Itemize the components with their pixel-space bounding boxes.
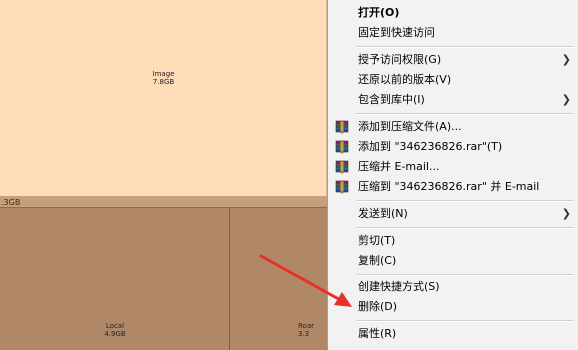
winrar-icon	[335, 160, 349, 174]
menu-item-create-shortcut-label: 创建快捷方式(S)	[358, 280, 440, 293]
menu-item-grant-access-label: 授予访问权限(G)	[358, 53, 442, 66]
menu-item-delete-label: 删除(D)	[358, 300, 398, 313]
treemap-label-local: Local 4.9GB	[0, 322, 230, 338]
treemap-size-local: 4.9GB	[104, 330, 126, 338]
menu-item-restore-versions-label: 还原以前的版本(V)	[358, 73, 452, 86]
context-menu: 打开(O) 固定到快速访问 授予访问权限(G) ❯ 还原以前的版本(V) 包含到…	[327, 0, 578, 350]
treemap-strip-size: .3GB	[1, 198, 21, 207]
treemap-strip[interactable]: .3GB	[0, 197, 327, 208]
menu-item-pin-quick-access[interactable]: 固定到快速访问	[328, 23, 578, 43]
treemap-name-roaming: Roar	[298, 322, 314, 330]
menu-item-cut-label: 剪切(T)	[358, 234, 396, 247]
menu-item-send-to-label: 发送到(N)	[358, 207, 408, 220]
menu-item-pin-quick-access-label: 固定到快速访问	[358, 26, 435, 39]
menu-item-compress-email-label: 压缩并 E-mail...	[358, 160, 440, 173]
treemap-size-image: 7.8GB	[152, 78, 175, 86]
menu-item-cut[interactable]: 剪切(T)	[328, 231, 578, 251]
menu-item-copy[interactable]: 复制(C)	[328, 251, 578, 271]
winrar-icon	[335, 140, 349, 154]
menu-item-compress-email[interactable]: 压缩并 E-mail...	[328, 157, 578, 177]
menu-separator	[356, 200, 574, 202]
chevron-right-icon: ❯	[561, 53, 571, 66]
menu-item-delete[interactable]: 删除(D)	[328, 297, 578, 317]
menu-separator	[356, 46, 574, 48]
treemap-block-local[interactable]: Local 4.9GB	[0, 208, 230, 350]
menu-item-add-archive-label: 添加到压缩文件(A)...	[358, 120, 462, 133]
treemap-label-image: Image 7.8GB	[0, 70, 327, 86]
treemap-size-roaming: 3.3	[298, 330, 310, 338]
menu-item-add-archive[interactable]: 添加到压缩文件(A)...	[328, 117, 578, 137]
menu-separator	[356, 274, 574, 276]
menu-item-properties[interactable]: 属性(R)	[328, 324, 578, 344]
chevron-right-icon: ❯	[561, 93, 571, 106]
desktop-stage: Image 7.8GB .3GB Local 4.9GB Roar 3.3 打开…	[0, 0, 578, 350]
menu-item-restore-versions[interactable]: 还原以前的版本(V)	[328, 70, 578, 90]
menu-separator	[356, 227, 574, 229]
menu-item-create-shortcut[interactable]: 创建快捷方式(S)	[328, 277, 578, 297]
menu-item-send-to[interactable]: 发送到(N) ❯	[328, 204, 578, 224]
menu-item-add-to-rar[interactable]: 添加到 "346236826.rar"(T)	[328, 137, 578, 157]
menu-separator	[356, 320, 574, 322]
winrar-icon	[335, 120, 349, 134]
menu-separator	[356, 113, 574, 115]
menu-item-grant-access[interactable]: 授予访问权限(G) ❯	[328, 50, 578, 70]
menu-item-compress-rar-email-label: 压缩到 "346236826.rar" 并 E-mail	[358, 180, 540, 193]
treemap-name-local: Local	[105, 322, 125, 330]
treemap-label-roaming: Roar 3.3	[298, 322, 314, 338]
menu-item-open-label: 打开(O)	[358, 6, 400, 19]
menu-item-open[interactable]: 打开(O)	[328, 3, 578, 23]
menu-item-copy-label: 复制(C)	[358, 254, 397, 267]
treemap-block-roaming[interactable]: Roar 3.3	[230, 208, 327, 350]
treemap-block-image[interactable]: Image 7.8GB	[0, 0, 327, 197]
menu-item-properties-label: 属性(R)	[358, 327, 397, 340]
menu-item-add-to-rar-label: 添加到 "346236826.rar"(T)	[358, 140, 503, 153]
menu-item-include-library-label: 包含到库中(I)	[358, 93, 425, 106]
treemap-name-image: Image	[152, 70, 175, 78]
winrar-icon	[335, 180, 349, 194]
menu-item-include-library[interactable]: 包含到库中(I) ❯	[328, 90, 578, 110]
menu-item-compress-rar-email[interactable]: 压缩到 "346236826.rar" 并 E-mail	[328, 177, 578, 197]
chevron-right-icon: ❯	[561, 207, 571, 220]
